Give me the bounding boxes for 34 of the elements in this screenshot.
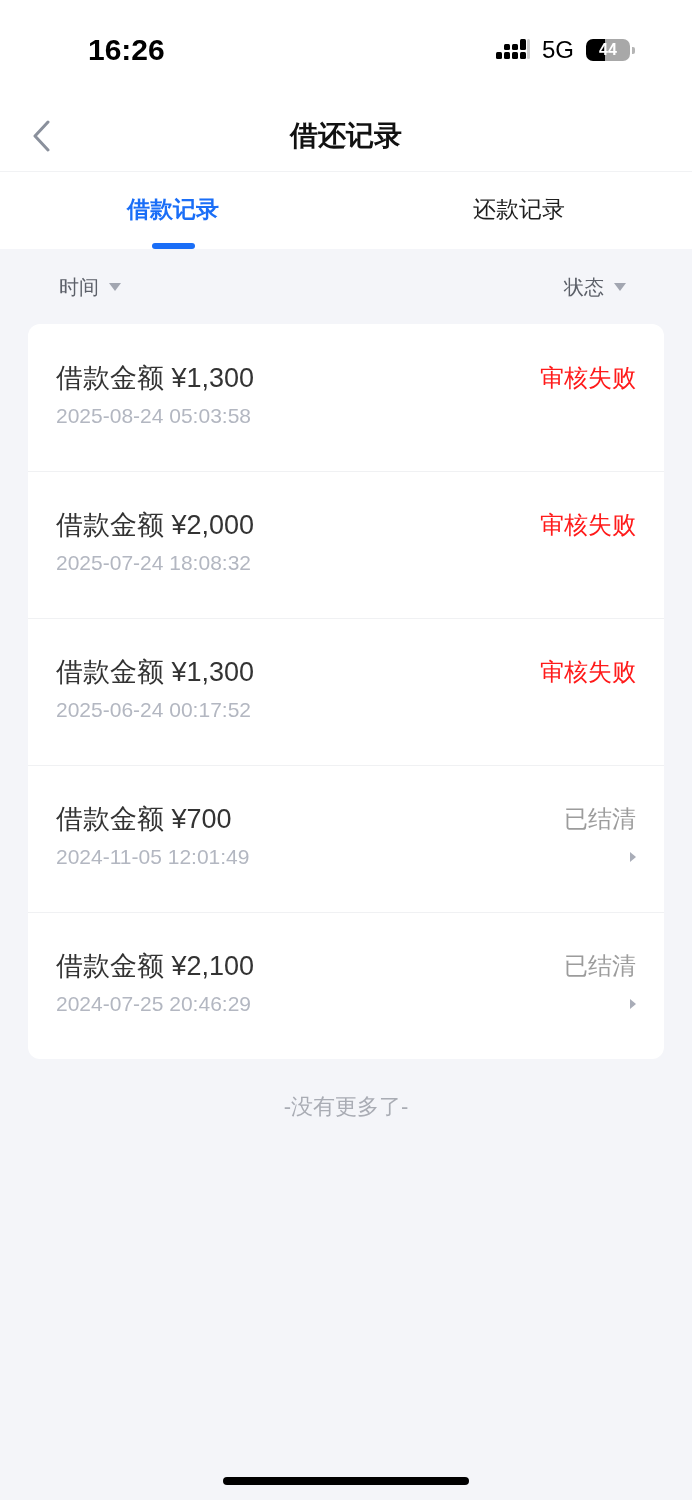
loan-record[interactable]: 借款金额 ¥700 2024-11-05 12:01:49 已结清 bbox=[28, 765, 664, 912]
loan-date: 2025-07-24 18:08:32 bbox=[56, 550, 251, 576]
network-label: 5G bbox=[542, 38, 574, 62]
loan-date: 2024-07-25 20:46:29 bbox=[56, 991, 251, 1017]
status-label: 审核失败 bbox=[540, 363, 636, 393]
loan-amount: 借款金额 ¥700 bbox=[56, 803, 232, 835]
loan-record[interactable]: 借款金额 ¥2,100 2024-07-25 20:46:29 已结清 bbox=[28, 912, 664, 1059]
loan-date: 2025-08-24 05:03:58 bbox=[56, 403, 251, 429]
tab[interactable]: 借款记录 bbox=[0, 172, 346, 249]
status-label: 已结清 bbox=[564, 804, 636, 834]
page-title: 借还记录 bbox=[290, 118, 402, 153]
tab[interactable]: 还款记录 bbox=[346, 172, 692, 249]
caret-right-icon bbox=[630, 999, 636, 1009]
loan-amount: 借款金额 ¥2,100 bbox=[56, 950, 255, 982]
status-time: 16:26 bbox=[88, 35, 165, 65]
loan-date: 2025-06-24 00:17:52 bbox=[56, 697, 251, 723]
loan-date: 2024-11-05 12:01:49 bbox=[56, 844, 250, 870]
loan-amount: 借款金额 ¥1,300 bbox=[56, 362, 255, 394]
caret-down-icon bbox=[109, 282, 121, 291]
status-label: 审核失败 bbox=[540, 510, 636, 540]
end-of-list-text: -没有更多了- bbox=[283, 1093, 409, 1121]
caret-right-icon bbox=[630, 852, 636, 862]
loan-record[interactable]: 借款金额 ¥1,300 2025-06-24 00:17:52 审核失败 bbox=[28, 618, 664, 765]
status-label: 已结清 bbox=[564, 951, 636, 981]
filter-dropdown[interactable]: 状态 bbox=[564, 273, 626, 300]
back-chevron-icon bbox=[32, 119, 50, 152]
loan-record[interactable]: 借款金额 ¥1,300 2025-08-24 05:03:58 审核失败 bbox=[28, 324, 664, 471]
loan-amount: 借款金额 ¥2,000 bbox=[56, 509, 255, 541]
loan-record[interactable]: 借款金额 ¥2,000 2025-07-24 18:08:32 审核失败 bbox=[28, 471, 664, 618]
signal-icon bbox=[496, 39, 530, 61]
filter-dropdown[interactable]: 时间 bbox=[59, 273, 121, 300]
status-label: 审核失败 bbox=[540, 657, 636, 687]
caret-down-icon bbox=[614, 282, 626, 291]
loan-amount: 借款金额 ¥1,300 bbox=[56, 656, 255, 688]
